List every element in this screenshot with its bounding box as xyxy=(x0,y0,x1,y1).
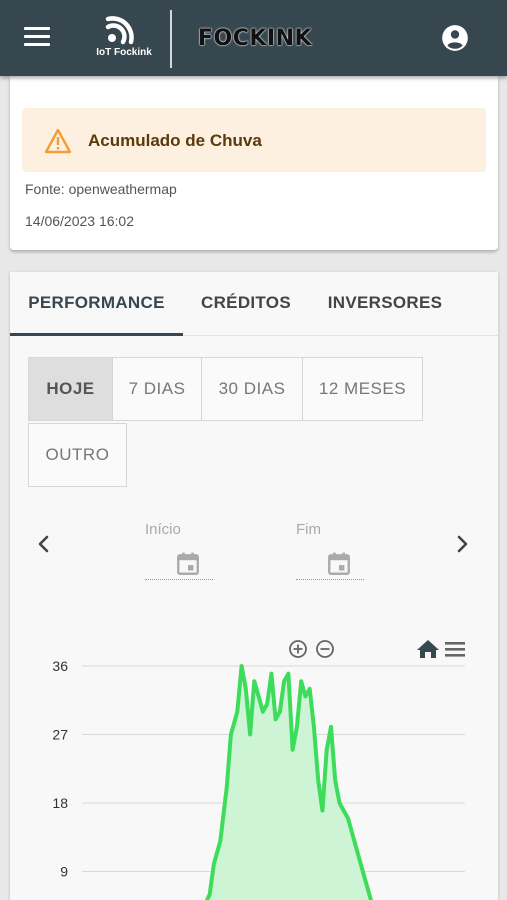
end-date-label: Fim xyxy=(296,521,321,538)
zoom-out-icon[interactable] xyxy=(316,640,334,658)
data-point xyxy=(303,694,307,698)
data-point xyxy=(333,778,337,782)
data-point xyxy=(316,778,320,782)
data-point xyxy=(363,877,367,881)
weather-card: Acumulado de Chuva Fonte: openweathermap… xyxy=(10,76,498,250)
tab-bar: PERFORMANCE CRÉDITOS INVERSORES xyxy=(10,272,498,336)
alert-text: Acumulado de Chuva xyxy=(88,131,262,150)
menu-line xyxy=(24,27,50,30)
wifi-signal-icon xyxy=(105,16,134,45)
start-date-underline xyxy=(145,579,213,580)
data-point xyxy=(282,679,286,683)
data-point xyxy=(299,679,303,683)
brand-logo: FOCKINK xyxy=(198,26,313,51)
data-point xyxy=(225,786,229,790)
range-30-days-button[interactable]: 30 DIAS xyxy=(201,357,303,421)
data-point xyxy=(329,725,333,729)
y-tick-label: 18 xyxy=(52,795,68,811)
app-bar: IoT Fockink FOCKINK xyxy=(0,0,507,76)
range-custom-button[interactable]: OUTRO xyxy=(28,423,127,487)
data-point xyxy=(240,664,244,668)
data-point xyxy=(274,717,278,721)
performance-chart: 9 18 27 36 xyxy=(52,640,465,900)
range-12-months-button[interactable]: 12 MESES xyxy=(302,357,423,421)
zoom-in-icon[interactable] xyxy=(289,640,307,658)
chevron-right-icon[interactable] xyxy=(450,532,474,556)
data-point xyxy=(295,725,299,729)
start-date-label: Início xyxy=(145,521,181,538)
active-tab-indicator xyxy=(10,333,183,336)
calendar-icon xyxy=(328,552,350,575)
data-point xyxy=(286,672,290,676)
y-tick-label: 36 xyxy=(52,658,68,674)
tab-inversores[interactable]: INVERSORES xyxy=(315,272,455,336)
range-7-days-button[interactable]: 7 DIAS xyxy=(112,357,202,421)
data-point xyxy=(235,710,239,714)
rain-alert: Acumulado de Chuva xyxy=(22,108,486,172)
y-axis-ticks: 9 18 27 36 xyxy=(52,658,68,880)
warning-triangle-icon xyxy=(44,128,72,154)
account-circle-icon[interactable] xyxy=(441,24,469,52)
iot-fockink-logo: IoT Fockink xyxy=(88,14,160,62)
data-point xyxy=(357,854,361,858)
home-icon[interactable] xyxy=(417,640,439,658)
data-point xyxy=(252,679,256,683)
update-timestamp: 14/06/2023 16:02 xyxy=(25,213,134,229)
tab-creditos[interactable]: CRÉDITOS xyxy=(188,272,304,336)
data-point xyxy=(218,839,222,843)
data-point xyxy=(248,733,252,736)
data-point xyxy=(261,710,265,714)
data-point xyxy=(337,801,341,805)
data-point xyxy=(342,809,346,813)
start-date-field[interactable]: Início xyxy=(145,521,213,581)
menu-line xyxy=(24,35,50,38)
iot-logo-label: IoT Fockink xyxy=(96,47,152,58)
data-point xyxy=(212,862,216,866)
data-point xyxy=(325,748,329,752)
data-point xyxy=(229,733,233,736)
y-tick-label: 27 xyxy=(52,727,68,743)
data-point xyxy=(269,672,273,676)
data-point xyxy=(257,694,261,698)
end-date-field[interactable]: Fim xyxy=(296,521,364,581)
data-point xyxy=(350,831,354,835)
calendar-icon xyxy=(177,552,199,575)
data-point xyxy=(320,809,324,813)
logo-divider xyxy=(170,10,172,68)
data-point xyxy=(265,702,269,706)
data-point xyxy=(312,725,316,729)
data-point xyxy=(308,687,312,691)
y-tick-label: 9 xyxy=(60,864,68,880)
data-point xyxy=(208,892,212,896)
chevron-left-icon[interactable] xyxy=(32,532,56,556)
end-date-underline xyxy=(296,579,364,580)
menu-icon[interactable] xyxy=(445,642,465,657)
data-point xyxy=(346,816,350,820)
data-source: Fonte: openweathermap xyxy=(25,181,177,197)
menu-line xyxy=(24,43,50,46)
data-point xyxy=(244,687,248,691)
data-point xyxy=(278,710,282,714)
data-point xyxy=(291,748,295,752)
range-today-button[interactable]: HOJE xyxy=(28,357,113,421)
tab-performance[interactable]: PERFORMANCE xyxy=(10,272,183,336)
hamburger-menu-button[interactable] xyxy=(24,27,52,49)
